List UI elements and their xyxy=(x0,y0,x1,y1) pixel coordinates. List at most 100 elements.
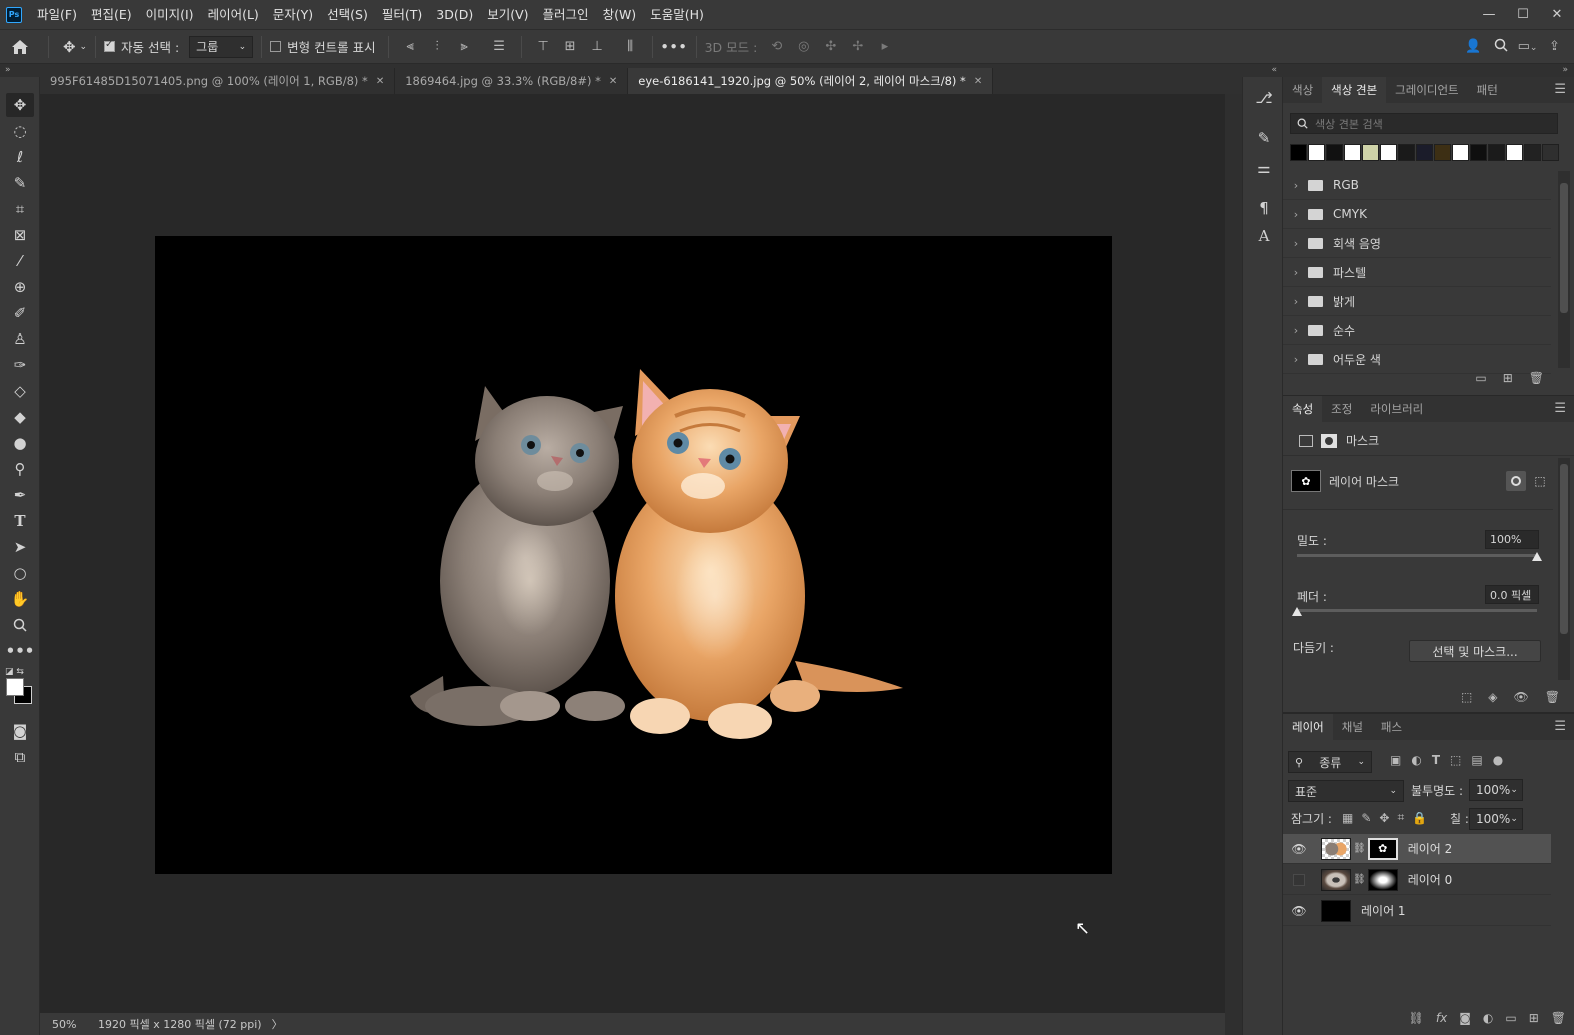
menu-help[interactable]: 도움말(H) xyxy=(643,0,711,29)
filter-shape-icon[interactable]: ⬚ xyxy=(1450,753,1461,767)
adjustment-layer-icon[interactable]: ◐ xyxy=(1483,1011,1493,1025)
3d-camera-icon[interactable]: ▸ xyxy=(871,39,898,54)
color-swatch[interactable] xyxy=(1344,144,1361,161)
menu-select[interactable]: 선택(S) xyxy=(320,0,375,29)
tab-gradients[interactable]: 그레이디언트 xyxy=(1386,77,1467,103)
clone-stamp-tool-icon[interactable]: ♙ xyxy=(6,327,34,351)
panel-menu-icon[interactable]: ☰ xyxy=(1554,401,1566,416)
layer-row[interactable]: ⛓ 레이어 0 xyxy=(1283,865,1551,895)
color-swatch[interactable] xyxy=(1326,144,1343,161)
menu-layer[interactable]: 레이어(L) xyxy=(201,0,266,29)
color-swatch[interactable] xyxy=(1362,144,1379,161)
properties-scrollbar[interactable] xyxy=(1558,458,1570,680)
density-slider[interactable] xyxy=(1297,554,1537,557)
layer-mask-thumbnail[interactable] xyxy=(1367,868,1398,891)
character-panel-icon[interactable]: A xyxy=(1251,223,1277,249)
panel-collapse-icon[interactable]: » xyxy=(1283,64,1574,77)
delete-icon[interactable]: 🗑 xyxy=(1545,690,1560,704)
filter-type-icon[interactable]: T xyxy=(1432,753,1440,767)
color-swatch[interactable] xyxy=(1524,144,1541,161)
layer-mask-thumbnail[interactable]: ✿ xyxy=(1367,837,1398,860)
delete-icon[interactable]: 🗑 xyxy=(1551,1011,1566,1025)
more-options-button[interactable]: ••• xyxy=(661,39,688,54)
new-group-icon[interactable]: ▭ xyxy=(1505,1011,1516,1025)
default-colors-icon[interactable]: ◪ ⇆ xyxy=(5,667,24,677)
eyedropper-tool-icon[interactable]: ⁄ xyxy=(6,249,34,273)
tab-swatches[interactable]: 색상 견본 xyxy=(1322,77,1387,103)
swatch-group-item[interactable]: › 회색 음영 xyxy=(1283,229,1551,258)
document-tab-1[interactable]: 995F61485D15071405.png @ 100% (레이어 1, RG… xyxy=(40,68,396,94)
toolbar-collapse-icon[interactable]: » xyxy=(0,64,40,77)
chevron-right-icon[interactable]: › xyxy=(1288,237,1304,250)
pixel-layer-icon[interactable] xyxy=(1299,434,1313,447)
feather-slider-thumb[interactable] xyxy=(1292,607,1302,616)
zoom-level[interactable]: 50% xyxy=(52,1018,90,1031)
history-brush-tool-icon[interactable]: ✑ xyxy=(6,353,34,377)
distribute-vertical-icon[interactable]: ☰ xyxy=(486,39,513,54)
chevron-right-icon[interactable]: › xyxy=(1288,353,1304,366)
swatch-list-scrollbar[interactable] xyxy=(1558,171,1570,368)
account-icon[interactable]: 👤 xyxy=(1460,39,1487,54)
chevron-right-icon[interactable]: › xyxy=(1288,295,1304,308)
menu-plugins[interactable]: 플러그인 xyxy=(536,0,596,29)
menu-window[interactable]: 창(W) xyxy=(596,0,644,29)
layer-thumbnail[interactable] xyxy=(1321,868,1351,891)
paint-bucket-tool-icon[interactable]: ◆ xyxy=(6,405,34,429)
tab-properties[interactable]: 속성 xyxy=(1283,396,1323,422)
workspace-icon[interactable]: ▭⌄ xyxy=(1514,39,1541,54)
layer-row[interactable]: 👁 ⛓ ✿ 레이어 2 xyxy=(1283,834,1551,864)
3d-slide-icon[interactable]: ✢ xyxy=(844,39,871,54)
new-swatch-icon[interactable]: ⊞ xyxy=(1503,371,1513,385)
swatch-group-item[interactable]: › CMYK xyxy=(1283,200,1551,229)
menu-edit[interactable]: 편집(E) xyxy=(84,0,139,29)
menu-filter[interactable]: 필터(T) xyxy=(375,0,429,29)
brush-tool-icon[interactable]: ✐ xyxy=(6,301,34,325)
color-swatch[interactable] xyxy=(1416,144,1433,161)
distribute-horizontal-icon[interactable]: ⫼ xyxy=(617,39,644,54)
color-swatch[interactable] xyxy=(1380,144,1397,161)
history-panel-icon[interactable]: ⎇ xyxy=(1251,85,1277,111)
color-swatch[interactable] xyxy=(1506,144,1523,161)
color-swatch[interactable] xyxy=(1452,144,1469,161)
link-icon[interactable]: ⛓ xyxy=(1353,843,1366,854)
type-tool-icon[interactable]: T xyxy=(6,509,34,533)
align-bottom-icon[interactable]: ⊥ xyxy=(584,39,611,54)
filter-toggle-icon[interactable]: ● xyxy=(1493,753,1503,767)
healing-brush-tool-icon[interactable]: ⊕ xyxy=(6,275,34,299)
tab-libraries[interactable]: 라이브러리 xyxy=(1361,396,1432,422)
tab-color[interactable]: 색상 xyxy=(1283,77,1322,103)
document-canvas[interactable] xyxy=(155,236,1112,874)
color-swatch[interactable] xyxy=(1308,144,1325,161)
3d-pan-icon[interactable]: ✣ xyxy=(817,39,844,54)
quick-mask-icon[interactable]: ◙ xyxy=(6,719,34,743)
eraser-tool-icon[interactable]: ◇ xyxy=(6,379,34,403)
apply-mask-icon[interactable]: ◈ xyxy=(1488,690,1497,704)
menu-view[interactable]: 보기(V) xyxy=(480,0,535,29)
color-swatch[interactable] xyxy=(1488,144,1505,161)
ellipse-tool-icon[interactable]: ○ xyxy=(6,561,34,585)
align-right-icon[interactable]: ⫸ xyxy=(451,39,478,54)
3d-roll-icon[interactable]: ◎ xyxy=(790,39,817,54)
maximize-button[interactable]: ☐ xyxy=(1506,0,1540,29)
chevron-right-icon[interactable]: › xyxy=(1288,179,1304,192)
layer-thumbnail[interactable] xyxy=(1321,899,1351,922)
tab-paths[interactable]: 패스 xyxy=(1372,714,1411,740)
home-icon[interactable] xyxy=(0,29,40,64)
zoom-tool-icon[interactable] xyxy=(6,613,34,637)
pen-tool-icon[interactable]: ✒ xyxy=(6,483,34,507)
lock-image-icon[interactable]: ✎ xyxy=(1361,811,1371,825)
swatch-group-item[interactable]: › 순수 xyxy=(1283,316,1551,345)
blur-tool-icon[interactable]: ● xyxy=(6,431,34,455)
tab-layers[interactable]: 레이어 xyxy=(1283,714,1333,740)
close-icon[interactable]: ✕ xyxy=(376,76,384,87)
lock-transparent-icon[interactable]: ▦ xyxy=(1342,811,1353,825)
paragraph-panel-icon[interactable]: ¶ xyxy=(1251,195,1277,221)
tab-adjustments[interactable]: 조정 xyxy=(1322,396,1361,422)
eye-icon[interactable]: 👁 xyxy=(1287,904,1311,918)
auto-select-dropdown[interactable]: 그룹 ⌄ xyxy=(189,35,254,58)
crop-tool-icon[interactable]: ⌗ xyxy=(6,197,34,221)
opacity-input[interactable]: 100% ⌄ xyxy=(1469,779,1523,801)
feather-input[interactable]: 0.0 픽셀 xyxy=(1485,585,1539,604)
tab-patterns[interactable]: 패턴 xyxy=(1468,77,1507,103)
document-tab-2[interactable]: 1869464.jpg @ 33.3% (RGB/8#) * ✕ xyxy=(395,68,629,94)
